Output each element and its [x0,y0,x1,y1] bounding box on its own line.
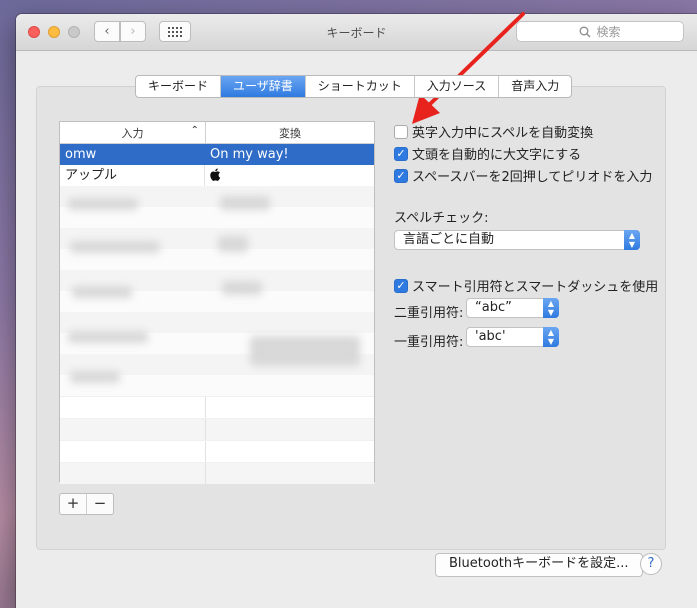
updown-chevron-icon: ▲ ▼ [624,230,640,250]
double-space-period-label: スペースバーを2回押してピリオドを入力 [412,170,653,185]
smart-quotes-option[interactable]: ✓ スマート引用符とスマートダッシュを使用 [394,276,658,295]
double-quote-popup[interactable]: “abc” ▲ ▼ [466,298,559,318]
keyboard-preferences-window: ‹ › キーボード 検索 キーボード ユーザ辞書 ショートカット 入力ソース 音… [16,14,697,608]
title-bar: ‹ › キーボード 検索 [16,14,697,51]
smart-quotes-checkbox[interactable]: ✓ [394,278,408,293]
table-row [60,396,374,418]
remove-entry-button[interactable]: − [87,494,113,514]
auto-correct-option[interactable]: 英字入力中にスペルを自動変換 [394,122,593,141]
table-header: 入力 ⌃ 変換 [60,122,374,144]
single-quote-popup[interactable]: 'abc' ▲ ▼ [466,327,559,347]
column-header-input-label: 入力 [121,126,144,140]
table-row [60,418,374,440]
table-row [60,462,374,484]
spelling-label: スペルチェック: [394,211,489,226]
auto-capitalize-option[interactable]: ✓ 文頭を自動的に大文字にする [394,144,581,163]
single-quote-value: 'abc' [475,329,506,344]
row-input: アップル [60,165,205,186]
auto-correct-checkbox[interactable] [394,124,408,139]
tab-dictation[interactable]: 音声入力 [499,76,571,97]
add-entry-button[interactable]: + [60,494,87,514]
spelling-value: 言語ごとに自動 [403,232,495,247]
checkmark-icon: ✓ [396,278,406,292]
spelling-popup[interactable]: 言語ごとに自動 ▲ ▼ [394,230,640,250]
table-row [60,440,374,462]
table-row[interactable]: アップル [60,165,374,186]
auto-correct-label: 英字入力中にスペルを自動変換 [412,126,594,141]
single-quote-label: 一重引用符: [394,335,464,350]
checkmark-icon: ✓ [396,146,406,160]
tab-keyboard[interactable]: キーボード [136,76,222,97]
double-space-period-option[interactable]: ✓ スペースバーを2回押してピリオドを入力 [394,166,652,185]
row-output: On my way! [210,147,289,162]
row-input: omw [60,144,205,165]
column-header-output[interactable]: 変換 [206,122,374,143]
sort-ascending-icon: ⌃ [190,125,199,136]
tab-shortcuts[interactable]: ショートカット [306,76,415,97]
user-dictionary-table[interactable]: 入力 ⌃ 変換 omw On my way! アップル [59,121,375,484]
table-row[interactable]: omw On my way! [60,144,374,165]
apple-logo-icon [210,168,221,181]
auto-capitalize-checkbox[interactable]: ✓ [394,146,408,161]
checkmark-icon: ✓ [396,168,406,182]
double-space-period-checkbox[interactable]: ✓ [394,168,408,183]
search-icon [580,26,591,37]
tab-bar: キーボード ユーザ辞書 ショートカット 入力ソース 音声入力 [135,75,573,98]
add-remove-controls: + − [59,493,114,515]
tab-user-dictionary[interactable]: ユーザ辞書 [221,76,306,97]
setup-bluetooth-keyboard-button[interactable]: Bluetoothキーボードを設定... [435,553,643,577]
updown-chevron-icon: ▲ ▼ [543,327,559,347]
smart-quotes-label: スマート引用符とスマートダッシュを使用 [412,280,659,295]
column-header-output-label: 変換 [279,126,301,140]
help-button[interactable]: ? [640,553,662,575]
auto-capitalize-label: 文頭を自動的に大文字にする [412,148,582,163]
updown-chevron-icon: ▲ ▼ [543,298,559,318]
column-header-input[interactable]: 入力 ⌃ [60,122,206,143]
blurred-entries [60,186,374,396]
row-output [205,165,373,186]
double-quote-value: “abc” [475,300,512,315]
tab-input-sources[interactable]: 入力ソース [415,76,500,97]
double-quote-label: 二重引用符: [394,306,464,321]
search-field[interactable]: 検索 [516,21,684,42]
search-placeholder: 検索 [596,25,621,39]
